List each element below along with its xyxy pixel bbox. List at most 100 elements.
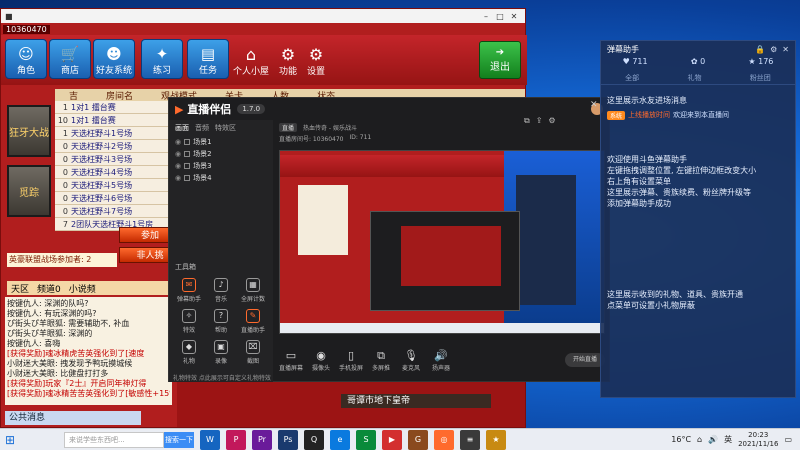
gear-icon[interactable]: ⚙ <box>770 45 777 54</box>
room-row[interactable]: 1 天选枉野斗1号场 <box>55 127 173 140</box>
live-title[interactable]: 热血传奇 - 娱乐战斗 <box>303 123 357 132</box>
notification-icon[interactable]: ▭ <box>784 435 792 444</box>
toolbar-button-1[interactable]: 🛒 商店 <box>49 39 91 79</box>
control-1[interactable]: ◉ 摄像头 <box>309 349 333 372</box>
tool-item[interactable]: ▣ 录像 <box>205 340 237 365</box>
room-row[interactable]: 10 1对1 擂台赛 <box>55 114 173 127</box>
settings-icon[interactable]: ⚙ <box>548 116 555 126</box>
room-row[interactable]: 0 天选枉野斗3号场 <box>55 153 173 166</box>
room-row[interactable]: 0 天选枉野斗2号场 <box>55 140 173 153</box>
checkbox[interactable] <box>184 175 191 181</box>
room-list[interactable]: 1 1对1 擂台赛 10 1对1 擂台赛 1 天选枉野斗1号场 0 天选枉野斗2号场 0 天选枉野… <box>55 101 173 231</box>
maximize-icon[interactable]: □ <box>493 12 507 21</box>
taskbar-app-icon[interactable]: Q <box>304 429 324 450</box>
taskbar-app-icon[interactable]: W <box>200 429 220 450</box>
room-row[interactable]: 0 天选枉野斗4号场 <box>55 166 173 179</box>
taskbar-app-icon[interactable]: G <box>408 429 428 450</box>
danmu-tab[interactable]: 粉丝团 <box>750 73 771 84</box>
character-avatar[interactable]: 觅踪 <box>7 165 51 217</box>
tool-item[interactable]: ♪ 音乐 <box>205 278 237 303</box>
chat-tab[interactable]: 频道0 <box>37 282 61 295</box>
toolbar-button-3[interactable]: ✦ 练习 <box>141 39 183 79</box>
minimize-icon[interactable]: – <box>479 12 493 21</box>
taskbar-app-icon[interactable]: Ps <box>278 429 298 450</box>
control-5[interactable]: 🔊 扬声器 <box>429 349 453 372</box>
toolbar-button-0[interactable]: ☺ 角色 <box>5 39 47 79</box>
taskbar-app-icon[interactable]: ◎ <box>434 429 454 450</box>
room-header-cell: 房间名 <box>106 92 134 102</box>
chat-tab[interactable]: 天区 <box>11 282 29 295</box>
danmu-tab[interactable]: 全部 <box>625 73 639 84</box>
danmu-tab[interactable]: 礼物 <box>687 73 701 84</box>
control-0[interactable]: ▭ 直播屏幕 <box>279 349 303 372</box>
gift-effect-tip[interactable]: 礼物特效 点此展示可自定义礼物特效 <box>173 373 271 382</box>
volume-icon[interactable]: 🔊 <box>708 435 718 444</box>
exit-button[interactable]: ➔ 退出 <box>479 41 521 79</box>
windows-start-icon[interactable]: ⊞ <box>0 433 20 447</box>
checkbox[interactable] <box>184 163 191 169</box>
taskbar-app-icon[interactable]: ▶ <box>382 429 402 450</box>
taskbar-search-input[interactable]: 来说学些东西吧... <box>64 431 164 448</box>
mid-icon-2[interactable]: ⚙ 设置 <box>307 45 325 77</box>
room-row[interactable]: 1 1对1 擂台赛 <box>55 101 173 114</box>
tool-item[interactable]: ✎ 直播助手 <box>237 309 269 334</box>
checkbox[interactable] <box>184 139 191 145</box>
scene-item[interactable]: ◉ 场景3 <box>169 160 273 172</box>
start-live-button[interactable]: 开始直播 <box>565 353 605 367</box>
weather-temp[interactable]: 16°C <box>671 435 691 444</box>
eye-icon[interactable]: ◉ <box>175 138 181 146</box>
scene-item[interactable]: ◉ 场景1 <box>169 136 273 148</box>
clock[interactable]: 20:23 2021/11/16 <box>738 431 778 449</box>
scene-item[interactable]: ◉ 场景2 <box>169 148 273 160</box>
stream-close-icon[interactable]: ✕ <box>590 100 598 110</box>
danmu-panel[interactable]: 弹幕助手 🔒 ⚙ ✕ ♥ 711 ✿ 0 ★ 176 全部 礼物 粉丝团 这里展示水友进… <box>600 40 796 398</box>
tool-item[interactable]: ? 帮助 <box>205 309 237 334</box>
scene-item[interactable]: ◉ 场景4 <box>169 172 273 184</box>
live-info: 直播 热血传奇 - 娱乐战斗 <box>275 120 609 134</box>
network-icon[interactable]: ⌂ <box>697 435 702 444</box>
scene-tab[interactable]: 特效区 <box>215 123 236 133</box>
stream-app-window[interactable]: ▶ 直播伴侣 1.7.0 画面 音频 特效区 ◉ 场景1 ◉ 场景2 ◉ 场景3 ◉ 场景4 工具… <box>168 97 610 382</box>
game-titlebar[interactable]: ■ – □ ✕ <box>1 9 525 23</box>
stream-preview[interactable] <box>279 150 605 334</box>
taskbar-search-button[interactable]: 搜索一下 <box>164 431 194 448</box>
taskbar-app-icon[interactable]: S <box>356 429 376 450</box>
mid-icon-0[interactable]: ⌂ 个人小屋 <box>233 45 269 77</box>
public-message-tab[interactable]: 公共消息 <box>5 411 141 425</box>
control-2[interactable]: ▯ 手机投屏 <box>339 349 363 372</box>
tool-item[interactable]: ▦ 全屏计数 <box>237 278 269 303</box>
scene-tab[interactable]: 画面 <box>175 123 189 133</box>
taskbar-app-icon[interactable]: ★ <box>486 429 506 450</box>
checkbox[interactable] <box>184 151 191 157</box>
room-row[interactable]: 0 天选枉野斗7号场 <box>55 205 173 218</box>
share-icon[interactable]: ⇪ <box>536 116 543 126</box>
room-row[interactable]: 0 天选枉野斗6号场 <box>55 192 173 205</box>
chat-tab[interactable]: 小说频 <box>69 282 96 295</box>
room-row[interactable]: 0 天选枉野斗5号场 <box>55 179 173 192</box>
taskbar-app-icon[interactable]: Pr <box>252 429 272 450</box>
mid-icon-1[interactable]: ⚙ 功能 <box>279 45 297 77</box>
record-icon[interactable]: ⧉ <box>524 116 530 126</box>
taskbar-app-icon[interactable]: ≡ <box>460 429 480 450</box>
close-icon[interactable]: ✕ <box>782 45 789 54</box>
control-4[interactable]: 🎙 麦克风 <box>399 349 423 372</box>
close-icon[interactable]: ✕ <box>507 12 521 21</box>
ime-indicator[interactable]: 英 <box>724 434 732 445</box>
tool-item[interactable]: ✧ 特效 <box>173 309 205 334</box>
scene-tab[interactable]: 音频 <box>195 123 209 133</box>
lock-icon[interactable]: 🔒 <box>755 45 765 54</box>
tool-item[interactable]: ◆ 礼物 <box>173 340 205 365</box>
chat-log[interactable]: 按键仇人: 深渊的队吗? 按键仇人: 有玩深渊的吗? ぴ街头ぴ羊眼狐: 需要辅助不,… <box>5 297 172 405</box>
character-avatar[interactable]: 狂牙大战 <box>7 105 51 157</box>
eye-icon[interactable]: ◉ <box>175 162 181 170</box>
tool-item[interactable]: ✉ 弹幕助手 <box>173 278 205 303</box>
taskbar-app-icon[interactable]: e <box>330 429 350 450</box>
eye-icon[interactable]: ◉ <box>175 150 181 158</box>
toolbar-button-2[interactable]: ☻ 好友系统 <box>93 39 135 79</box>
tool-item[interactable]: ⌧ 截图 <box>237 340 269 365</box>
eye-icon[interactable]: ◉ <box>175 174 181 182</box>
taskbar-app-icon[interactable]: P <box>226 429 246 450</box>
toolbar-button-4[interactable]: ▤ 任务 <box>187 39 229 79</box>
version-pill[interactable]: 1.7.0 <box>237 104 266 114</box>
control-3[interactable]: ⧉ 多屏推 <box>369 349 393 372</box>
